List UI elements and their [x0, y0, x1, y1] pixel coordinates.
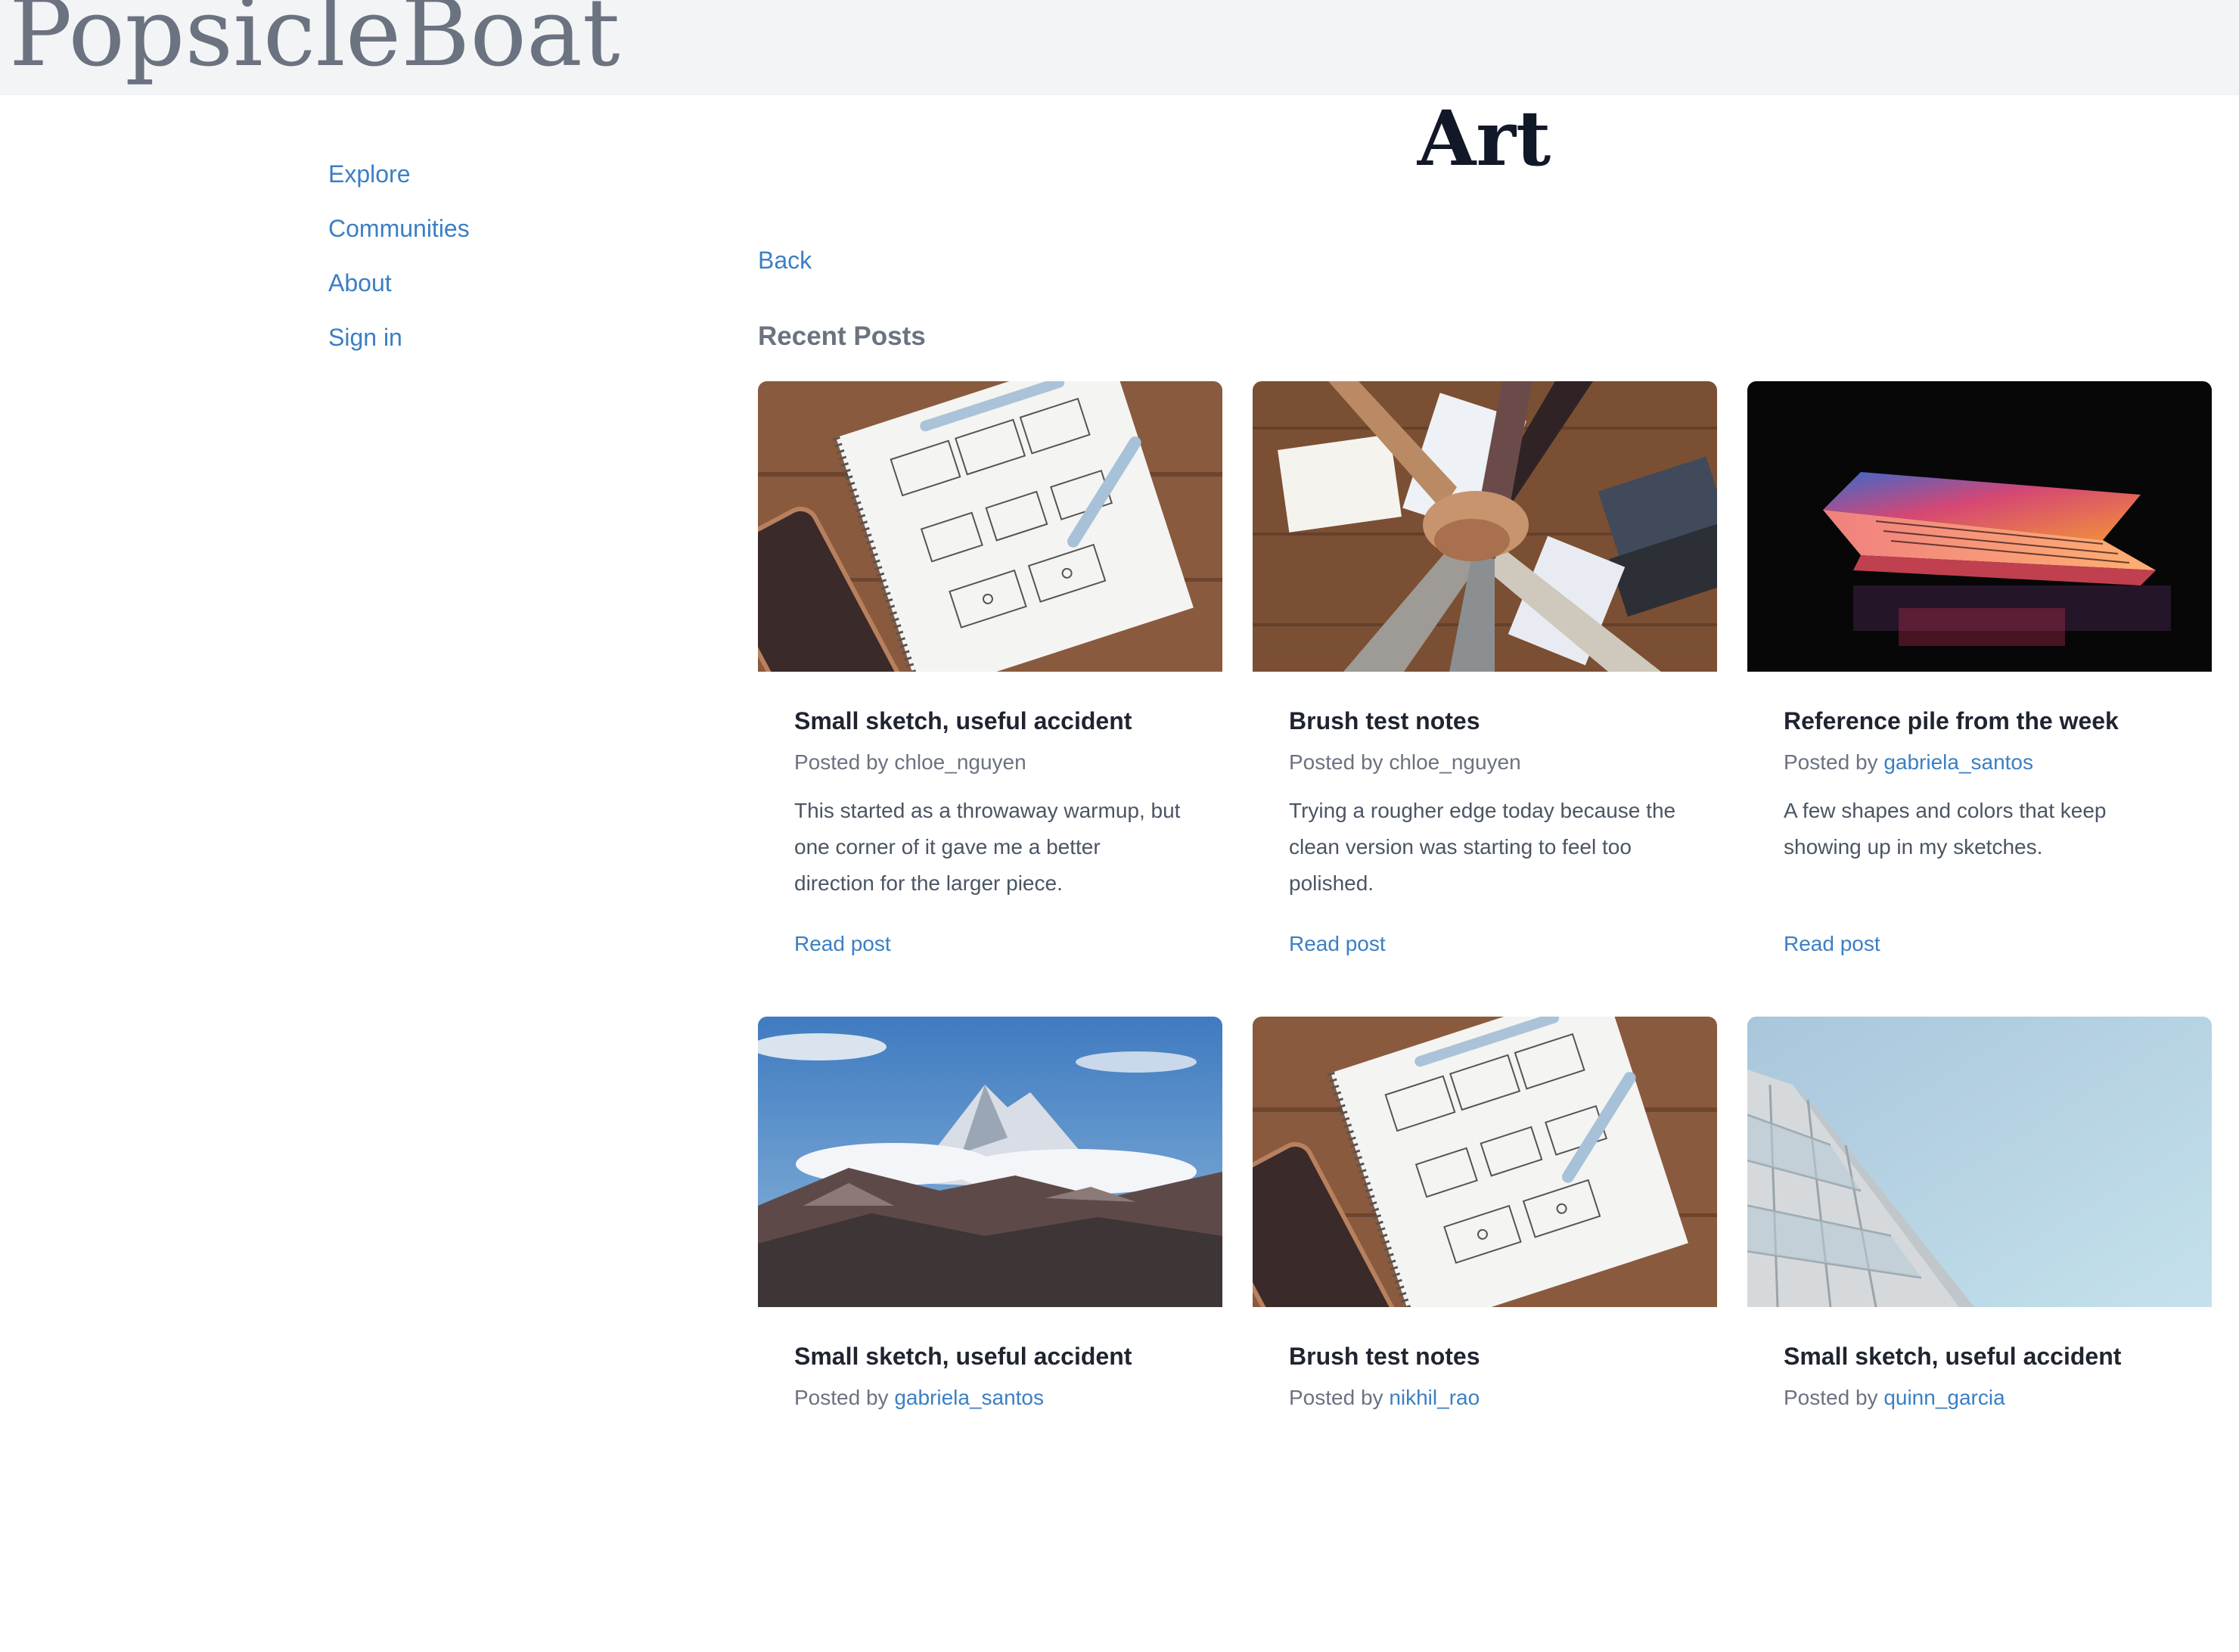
post-meta: Posted by quinn_garcia	[1784, 1383, 2175, 1413]
post-excerpt: This started as a throwaway warmup, but …	[794, 799, 1181, 895]
post-title[interactable]: Brush test notes	[1289, 672, 1681, 738]
building-sky-image[interactable]	[1747, 1017, 2212, 1307]
site-header: PopsicleBoat	[0, 0, 2239, 95]
posted-by-label: Posted by	[1784, 750, 1884, 774]
posted-by-label: Posted by	[794, 1386, 895, 1409]
sidebar-nav: Explore Communities About Sign in	[328, 156, 646, 374]
sidebar-item-about[interactable]: About	[328, 265, 646, 319]
post-card: Small sketch, useful accident Posted by …	[758, 1017, 1222, 1652]
posted-by-label: Posted by	[1784, 1386, 1884, 1409]
posted-by-label: Posted by	[1289, 1386, 1390, 1409]
post-meta: Posted by gabriela_santos	[794, 1383, 1186, 1413]
post-excerpt: A few shapes and colors that keep showin…	[1784, 799, 2107, 859]
post-card: Brush test notes Posted by chloe_nguyen …	[1253, 381, 1717, 1017]
back-link[interactable]: Back	[758, 242, 812, 278]
post-author-link[interactable]: nikhil_rao	[1389, 1386, 1480, 1409]
post-meta: Posted by chloe_nguyen	[794, 747, 1186, 778]
recent-posts-heading: Recent Posts	[758, 321, 926, 351]
post-title[interactable]: Small sketch, useful accident	[794, 672, 1186, 738]
sketch-notebook-image[interactable]	[758, 381, 1222, 672]
post-grid: Small sketch, useful accident Posted by …	[758, 381, 2212, 1652]
post-meta: Posted by gabriela_santos	[1784, 747, 2175, 778]
post-author-link[interactable]: gabriela_santos	[1883, 750, 2033, 774]
site-logo[interactable]: PopsicleBoat	[9, 0, 620, 80]
read-post-link[interactable]: Read post	[1784, 929, 1880, 959]
sidebar-item-communities[interactable]: Communities	[328, 210, 646, 265]
post-card: Brush test notes Posted by nikhil_rao	[1253, 1017, 1717, 1652]
post-card: Reference pile from the week Posted by g…	[1747, 381, 2212, 1017]
post-title[interactable]: Brush test notes	[1289, 1307, 1681, 1374]
sidebar-item-explore[interactable]: Explore	[328, 156, 646, 210]
team-hands-image[interactable]	[1253, 381, 1717, 672]
read-post-link[interactable]: Read post	[794, 929, 891, 959]
sidebar-item-sign-in[interactable]: Sign in	[328, 319, 646, 374]
posted-by-label: Posted by	[794, 750, 895, 774]
post-author: chloe_nguyen	[894, 750, 1026, 774]
post-author: chloe_nguyen	[1389, 750, 1521, 774]
post-title[interactable]: Small sketch, useful accident	[1784, 1307, 2175, 1374]
post-author-link[interactable]: quinn_garcia	[1883, 1386, 2005, 1409]
post-card: Small sketch, useful accident Posted by …	[758, 381, 1222, 1017]
post-excerpt: Trying a rougher edge today because the …	[1289, 799, 1676, 895]
post-meta: Posted by chloe_nguyen	[1289, 747, 1681, 778]
post-meta: Posted by nikhil_rao	[1289, 1383, 1681, 1413]
post-title[interactable]: Small sketch, useful accident	[794, 1307, 1186, 1374]
post-title[interactable]: Reference pile from the week	[1784, 672, 2175, 738]
post-author-link[interactable]: gabriela_santos	[894, 1386, 1044, 1409]
posted-by-label: Posted by	[1289, 750, 1390, 774]
glowing-laptop-image[interactable]	[1747, 381, 2212, 672]
post-card: Small sketch, useful accident Posted by …	[1747, 1017, 2212, 1652]
read-post-link[interactable]: Read post	[1289, 929, 1386, 959]
sketch-notebook-image[interactable]	[1253, 1017, 1717, 1307]
mountain-peak-image[interactable]	[758, 1017, 1222, 1307]
page-title: Art	[1417, 94, 1551, 183]
